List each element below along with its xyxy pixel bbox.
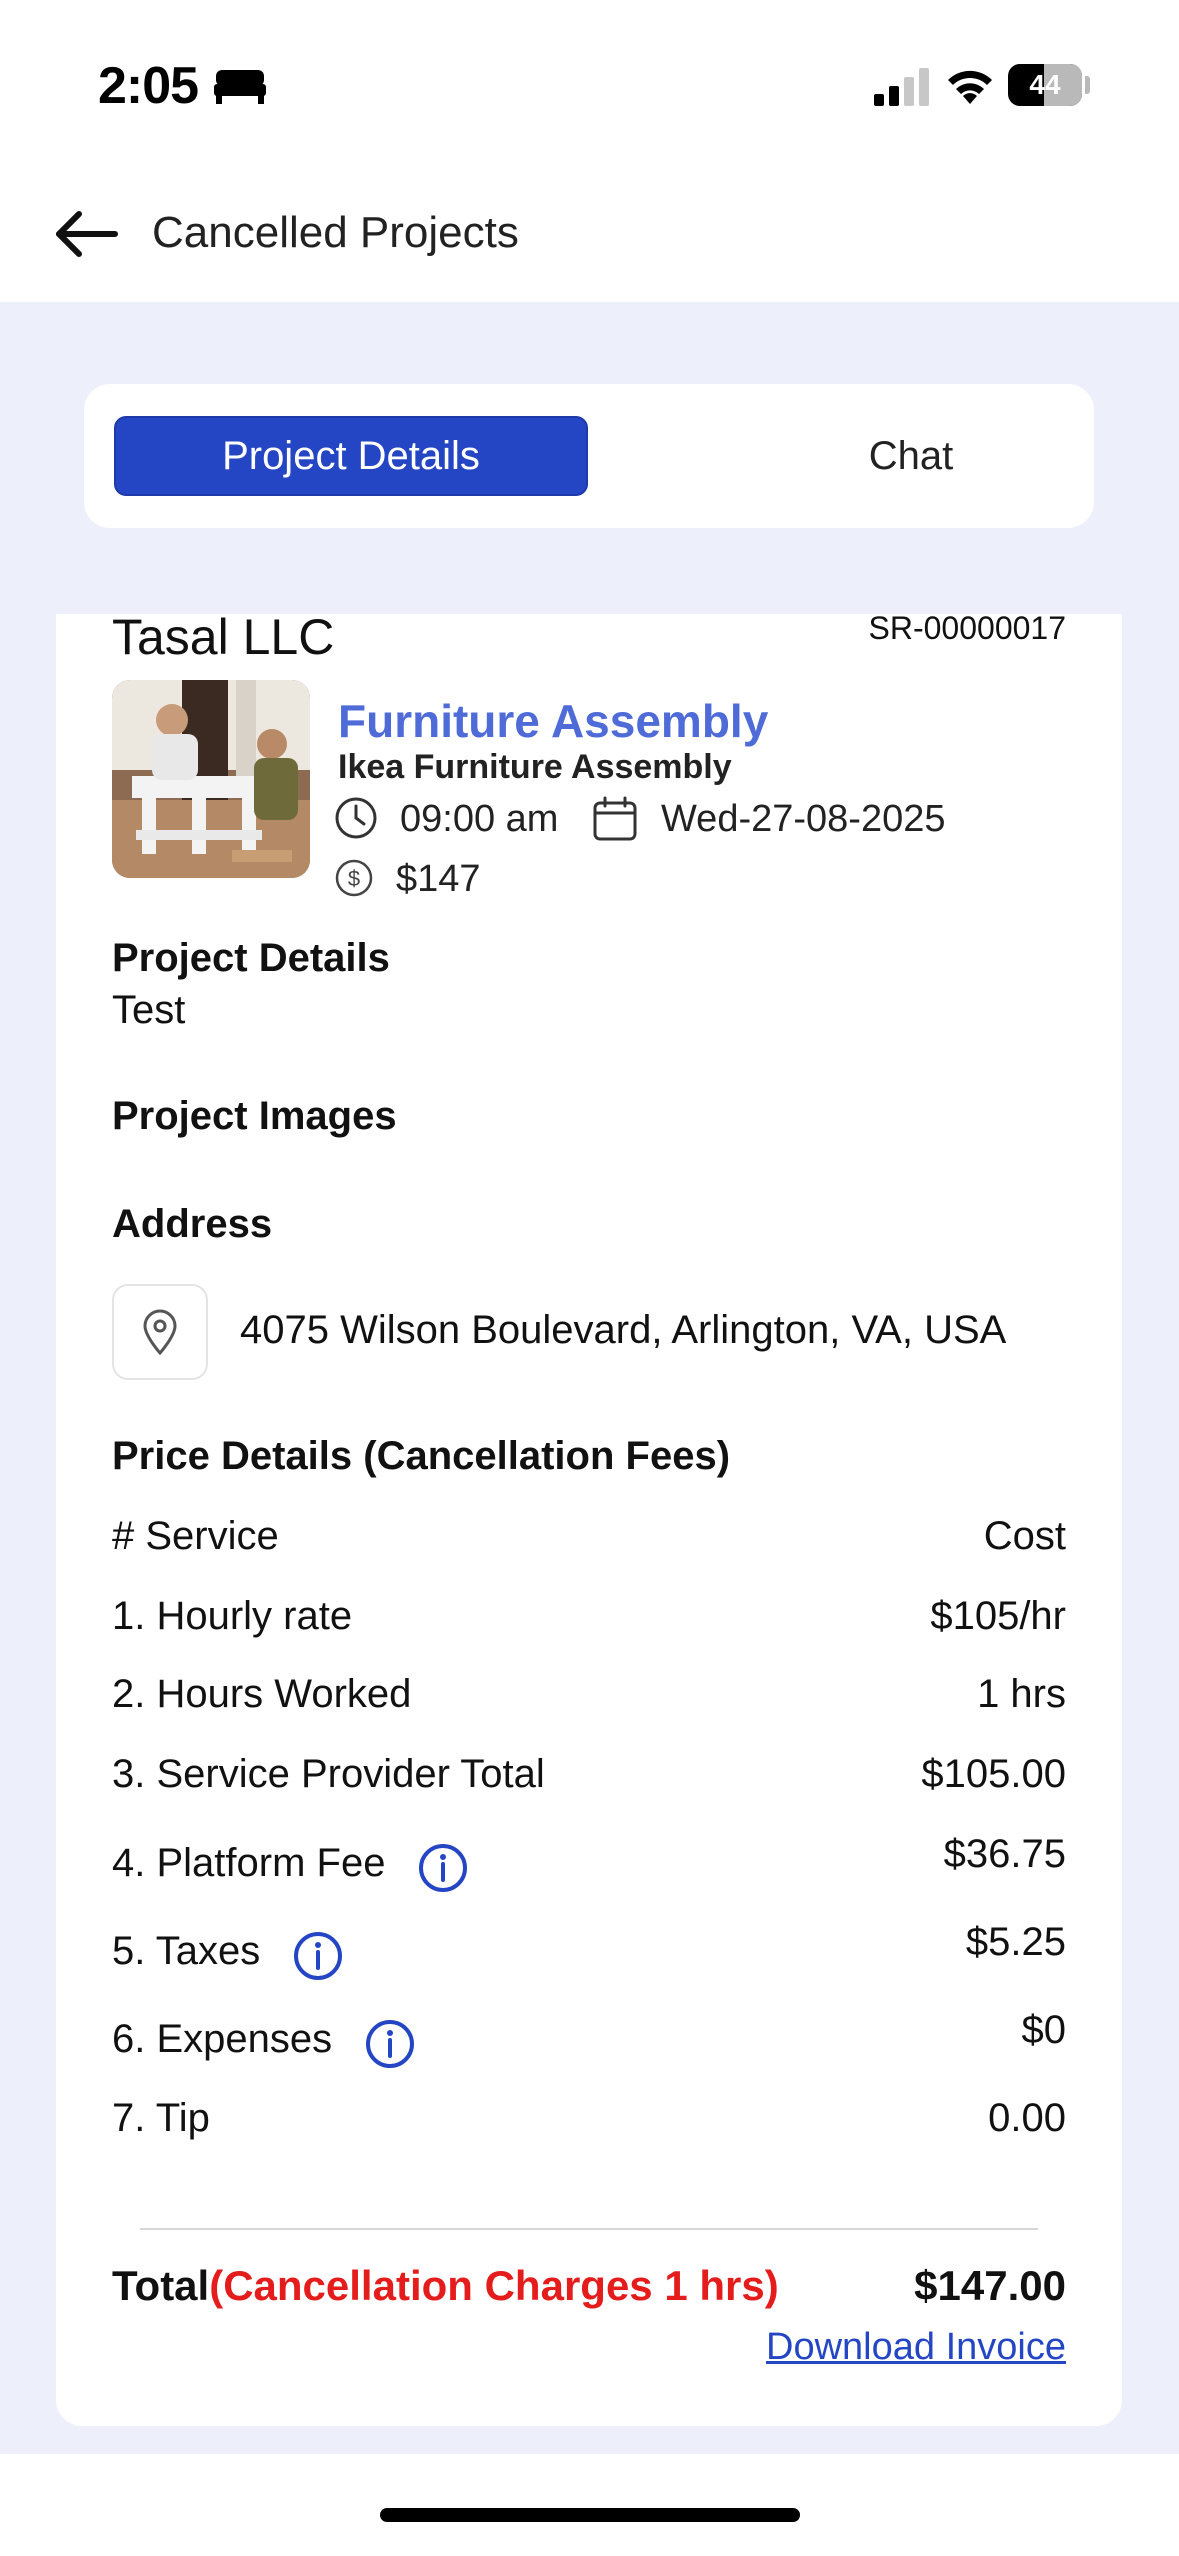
project-time: 09:00 am: [400, 798, 559, 840]
battery-indicator: 44: [1008, 64, 1082, 106]
project-details-text: Test: [112, 988, 186, 1032]
project-details-heading: Project Details: [112, 936, 390, 980]
svg-text:$: $: [348, 866, 360, 891]
status-time: 2:05: [98, 57, 199, 115]
price-row-label: 2. Hours Worked: [112, 1672, 412, 1716]
price-row-value: $5.25: [965, 1920, 1066, 1964]
download-invoice-link[interactable]: Download Invoice: [766, 2326, 1066, 2369]
total-value: $147.00: [914, 2262, 1066, 2309]
price-row-label: 7. Tip: [112, 2096, 210, 2140]
divider: [140, 2228, 1038, 2230]
project-images-heading: Project Images: [112, 1094, 397, 1138]
battery-level: 44: [1029, 69, 1061, 100]
wifi-icon: [948, 70, 992, 104]
furniture-photo: [112, 680, 310, 878]
battery-tip: [1085, 76, 1090, 94]
project-price: $147: [396, 858, 481, 900]
price-header-cost: Cost: [983, 1514, 1066, 1558]
price-row-value: $105/hr: [930, 1594, 1066, 1638]
calendar-icon: [593, 796, 637, 841]
service-title[interactable]: Furniture Assembly: [338, 694, 768, 748]
price-row-label: 1. Hourly rate: [112, 1594, 353, 1638]
tab-bar: Project Details Chat: [84, 384, 1094, 528]
info-icon[interactable]: [292, 1930, 344, 1982]
location-pin-icon: [143, 1309, 177, 1356]
tab-chat[interactable]: Chat: [674, 416, 1148, 496]
location-button[interactable]: [112, 1284, 208, 1380]
price-row-value: 0.00: [988, 2096, 1066, 2140]
signal-icon: [874, 68, 929, 106]
service-subtitle: Ikea Furniture Assembly: [338, 748, 732, 786]
total-label: Total(Cancellation Charges 1 hrs): [112, 2262, 779, 2310]
sr-number: SR-00000017: [868, 610, 1066, 646]
status-bar: 2:05 44: [0, 0, 1179, 170]
back-arrow-icon: [56, 211, 118, 257]
price-row-label: 5. Taxes: [112, 1920, 344, 1982]
address-text: 4075 Wilson Boulevard, Arlington, VA, US…: [240, 1308, 1007, 1352]
info-icon[interactable]: [417, 1842, 469, 1894]
provider-name: Tasal LLC: [112, 609, 335, 665]
dollar-icon: $: [335, 859, 373, 897]
clock-icon: [335, 797, 377, 839]
back-button[interactable]: [50, 198, 122, 270]
price-row-value: 1 hrs: [977, 1672, 1066, 1716]
tab-project-details[interactable]: Project Details: [114, 416, 588, 496]
address-heading: Address: [112, 1202, 273, 1246]
home-indicator[interactable]: [380, 2508, 800, 2522]
project-date: Wed-27-08-2025: [661, 798, 946, 840]
price-row-label: 3. Service Provider Total: [112, 1752, 545, 1796]
header: Cancelled Projects: [0, 170, 1179, 302]
page-title: Cancelled Projects: [152, 208, 519, 257]
price-row-value: $0: [1021, 2008, 1067, 2052]
cancellation-charges-note: (Cancellation Charges 1 hrs): [209, 2262, 779, 2309]
price-row-value: $105.00: [921, 1752, 1066, 1796]
bed-icon: [214, 70, 266, 104]
price-row-value: $36.75: [943, 1832, 1066, 1876]
price-row-label: 4. Platform Fee: [112, 1832, 469, 1894]
project-thumbnail: [112, 680, 310, 878]
price-row-label: 6. Expenses: [112, 2008, 416, 2070]
total-text: Total: [112, 2262, 210, 2309]
price-details-heading: Price Details (Cancellation Fees): [112, 1434, 731, 1478]
info-icon[interactable]: [364, 2018, 416, 2070]
price-header-service: # Service: [112, 1514, 279, 1558]
project-card: Tasal LLC SR-00000017 Furniture Assembly…: [56, 609, 1122, 2426]
